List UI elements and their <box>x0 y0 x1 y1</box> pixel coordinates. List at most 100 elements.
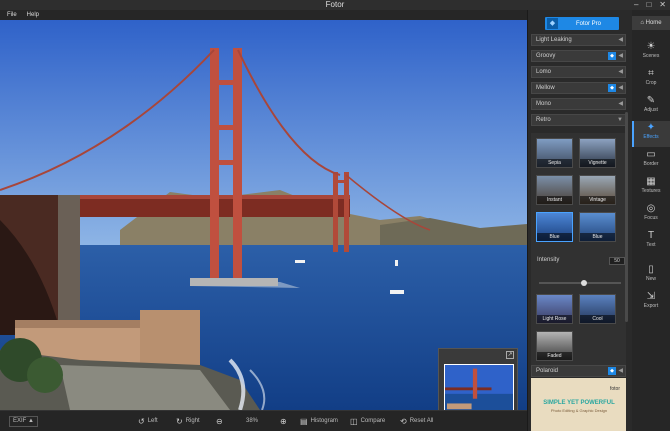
home-button[interactable]: ⌂ Home <box>632 16 670 30</box>
effect-label: Sepia <box>537 159 572 167</box>
close-icon[interactable]: ✕ <box>659 0 666 10</box>
window-title: Fotor <box>325 0 345 9</box>
tool-export[interactable]: ⇲ Export <box>632 290 670 316</box>
intensity-label: Intensity <box>537 257 560 263</box>
category-polaroid[interactable]: Polaroid ◆ ◀ <box>531 365 626 377</box>
intensity-control: Intensity 50 <box>537 257 625 267</box>
maximize-icon[interactable]: □ <box>646 0 651 10</box>
export-icon: ⇲ <box>646 291 656 302</box>
rotate-right-button[interactable]: ↻ Right <box>176 416 200 427</box>
zoom-out-icon: ⊖ <box>216 417 223 426</box>
exif-button[interactable]: EXIF ▲ <box>9 416 38 427</box>
promo-banner[interactable]: fotor SIMPLE YET POWERFUL Photo Editing … <box>531 378 626 431</box>
rotate-left-icon: ↺ <box>138 417 145 426</box>
reset-all-button[interactable]: ⟲ Reset All <box>400 416 433 427</box>
effect-label: Blue <box>580 233 615 241</box>
reset-icon: ⟲ <box>400 417 407 426</box>
active-indicator <box>632 121 634 147</box>
retro-effects-grid: Sepia Vignette Instant Vintage Blue Blue… <box>531 133 626 373</box>
effect-thumb[interactable]: Instant <box>536 175 573 205</box>
minimize-icon[interactable]: – <box>634 0 638 10</box>
menu-help[interactable]: Help <box>27 10 39 20</box>
histogram-button[interactable]: ▤ Histogram <box>300 416 338 427</box>
promo-headline: SIMPLE YET POWERFUL <box>543 400 615 406</box>
expand-icon[interactable]: ↗ <box>506 351 514 359</box>
tool-adjust[interactable]: ✎ Adjust <box>632 94 670 120</box>
effect-thumb[interactable]: Vignette <box>579 138 616 168</box>
category-lomo[interactable]: Lomo ◀ <box>531 66 626 78</box>
tool-new[interactable]: ▯ New <box>632 263 670 289</box>
text-icon: T <box>647 230 655 241</box>
reset-label: Reset All <box>409 418 434 424</box>
tool-effects[interactable]: ✦ Effects <box>632 121 670 147</box>
intensity-slider-knob[interactable] <box>581 280 587 286</box>
histogram-label: Histogram <box>310 418 338 424</box>
crop-icon: ⌗ <box>648 68 654 79</box>
effect-label: Vintage <box>580 196 615 204</box>
border-icon: ▭ <box>646 149 656 160</box>
menu-file[interactable]: File <box>7 10 17 20</box>
compare-button[interactable]: ◫ Compare <box>350 416 385 427</box>
tool-textures[interactable]: ▦ Textures <box>632 175 670 201</box>
effect-thumb[interactable]: Cool <box>579 294 616 324</box>
zoom-value: 38% <box>246 418 259 424</box>
effect-label: Vignette <box>580 159 615 167</box>
expand-arrow-icon: ◀ <box>618 53 623 59</box>
zoom-in-button[interactable]: ⊕ <box>280 416 287 427</box>
scenes-icon: ☀ <box>646 41 656 52</box>
tool-label: Textures <box>641 188 661 194</box>
pro-badge-icon: ◆ <box>608 367 616 375</box>
effect-label: Cool <box>580 315 615 323</box>
category-groovy[interactable]: Groovy ◆ ◀ <box>531 50 626 62</box>
effect-thumb[interactable]: Faded <box>536 331 573 361</box>
pro-badge-icon: ◆ <box>608 84 616 92</box>
effects-panel: ◆ Fotor Pro Light Leaking ◀ Groovy ◆ ◀ L… <box>527 10 632 431</box>
tool-focus[interactable]: ◎ Focus <box>632 202 670 228</box>
effects-icon: ✦ <box>646 122 656 133</box>
tool-crop[interactable]: ⌗ Crop <box>632 67 670 93</box>
tool-label: Border <box>643 161 659 167</box>
textures-icon: ▦ <box>646 176 656 187</box>
panel-scrollbar[interactable] <box>625 112 628 322</box>
category-label: Light Leaking <box>536 37 572 43</box>
histogram-icon: ▤ <box>300 417 308 426</box>
rotate-left-button[interactable]: ↺ Left <box>138 416 158 427</box>
pro-badge-icon: ◆ <box>608 52 616 60</box>
photo-canvas[interactable]: ↗ <box>0 20 527 410</box>
navigator-preview[interactable] <box>444 364 514 410</box>
tool-label: Crop <box>645 80 657 86</box>
category-light-leaking[interactable]: Light Leaking ◀ <box>531 34 626 46</box>
effect-thumb-selected[interactable]: Blue <box>536 212 573 242</box>
bottom-toolbar: EXIF ▲ ↺ Left ↻ Right ⊖ 38% ⊕ ▤ Histogra… <box>0 410 527 431</box>
tool-border[interactable]: ▭ Border <box>632 148 670 174</box>
promo-brand: fotor <box>609 386 620 392</box>
category-mono[interactable]: Mono ◀ <box>531 98 626 110</box>
rotate-right-label: Right <box>185 418 200 424</box>
category-retro[interactable]: Retro ▼ <box>531 114 626 126</box>
tool-scenes[interactable]: ☀ Scenes <box>632 40 670 66</box>
effect-thumb[interactable]: Blue <box>579 212 616 242</box>
effect-thumb[interactable]: Vintage <box>579 175 616 205</box>
zoom-out-button[interactable]: ⊖ <box>216 416 223 427</box>
navigator-thumbnail[interactable]: ↗ <box>438 348 518 410</box>
effect-thumb[interactable]: Light Rose <box>536 294 573 324</box>
tool-label: Text <box>646 242 656 248</box>
intensity-slider[interactable] <box>539 280 621 286</box>
effect-label: Light Rose <box>537 315 572 323</box>
promo-subtext: Photo Editing & Graphic Design <box>550 408 608 413</box>
intensity-value-field[interactable]: 50 <box>609 257 625 265</box>
category-label: Groovy <box>536 53 556 59</box>
fotor-pro-button[interactable]: ◆ Fotor Pro <box>545 17 619 30</box>
expand-arrow-icon: ◀ <box>618 101 623 107</box>
tool-text[interactable]: T Text <box>632 229 670 255</box>
category-mellow[interactable]: Mellow ◆ ◀ <box>531 82 626 94</box>
compare-label: Compare <box>360 418 386 424</box>
home-icon: ⌂ <box>640 20 644 26</box>
category-label: Retro <box>536 117 551 123</box>
expand-arrow-icon: ◀ <box>618 37 623 43</box>
window-controls: – □ ✕ <box>634 0 666 10</box>
tool-label: Export <box>643 303 659 309</box>
effect-thumb[interactable]: Sepia <box>536 138 573 168</box>
category-label: Mono <box>536 101 552 107</box>
tool-label: Scenes <box>642 53 660 59</box>
